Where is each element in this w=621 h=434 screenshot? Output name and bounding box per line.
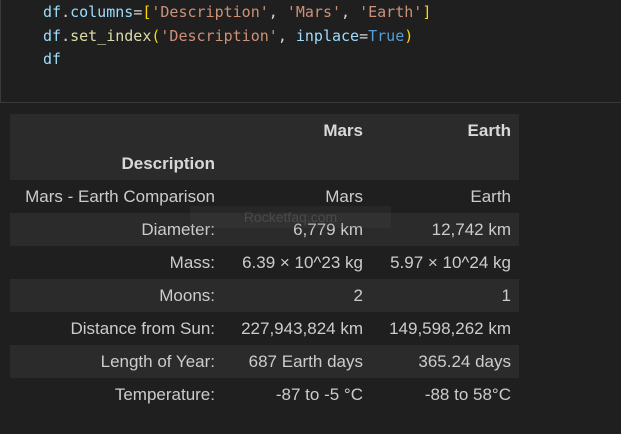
- cell-earth: 149,598,262 km: [389, 318, 511, 338]
- code-line-3[interactable]: df: [43, 47, 61, 71]
- code-line-2[interactable]: df.set_index('Description', inplace=True…: [43, 24, 413, 48]
- cell-mars: 687 Earth days: [248, 351, 363, 371]
- index-header-blank: [10, 114, 223, 147]
- code-token: df: [43, 3, 62, 21]
- cell-earth: 5.97 × 10^24 kg: [390, 252, 511, 272]
- code-cell[interactable]: df.columns=['Description', 'Mars', 'Eart…: [0, 0, 621, 103]
- code-token: 'Description': [151, 3, 269, 21]
- row-label: Mass:: [169, 252, 215, 272]
- cell-mars: 227,943,824 km: [241, 318, 363, 338]
- table-row: Mass: 6.39 × 10^23 kg 5.97 × 10^24 kg: [10, 246, 519, 279]
- cell-mars: 6.39 × 10^23 kg: [242, 252, 363, 272]
- watermark: Rocketfaq.com: [190, 206, 391, 228]
- column-header-mars: Mars: [323, 120, 363, 140]
- index-name-blank: [223, 147, 371, 180]
- index-name-row: Description: [10, 147, 519, 180]
- code-token: ): [404, 27, 414, 45]
- cell-earth: 1: [501, 285, 511, 305]
- row-label: Moons:: [159, 285, 215, 305]
- dataframe-table: Mars Earth Description Mars - Earth Comp…: [10, 114, 519, 411]
- code-token: .: [61, 27, 71, 45]
- cell-mars: -87 to -5 °C: [275, 384, 363, 404]
- cell-mars: 2: [353, 285, 363, 305]
- table-row: Length of Year: 687 Earth days 365.24 days: [10, 345, 519, 378]
- index-name-blank: [371, 147, 519, 180]
- code-token: 'Mars': [286, 3, 342, 21]
- table-row: Temperature: -87 to -5 °C -88 to 58°C: [10, 378, 519, 411]
- code-token: 'Description': [160, 27, 278, 45]
- row-label: Temperature:: [114, 384, 215, 404]
- code-token: columns: [70, 3, 134, 21]
- row-label: Length of Year:: [100, 351, 215, 371]
- code-token: 'Earth': [359, 3, 423, 21]
- column-header-earth: Earth: [467, 120, 511, 140]
- cell-earth: 365.24 days: [418, 351, 511, 371]
- cell-earth: Earth: [470, 186, 511, 206]
- code-line-1[interactable]: df.columns=['Description', 'Mars', 'Eart…: [43, 0, 431, 24]
- code-token: df: [43, 27, 62, 45]
- index-name: Description: [121, 153, 215, 173]
- code-token: ,: [341, 3, 360, 21]
- cell-border: [0, 0, 1, 102]
- code-token: =: [133, 3, 143, 21]
- code-token: ,: [268, 3, 287, 21]
- code-token: ]: [422, 3, 432, 21]
- code-token: set_index: [70, 27, 152, 45]
- table-row: Distance from Sun: 227,943,824 km 149,598,…: [10, 312, 519, 345]
- code-token: True: [368, 27, 405, 45]
- column-header-row: Mars Earth: [10, 114, 519, 147]
- code-token: .: [61, 3, 71, 21]
- cell-earth: -88 to 58°C: [424, 384, 511, 404]
- table-row: Moons: 2 1: [10, 279, 519, 312]
- output-dataframe: Mars Earth Description Mars - Earth Comp…: [10, 114, 519, 411]
- code-token: df: [43, 50, 62, 68]
- code-token: =: [359, 27, 369, 45]
- cell-earth: 12,742 km: [431, 219, 511, 239]
- code-token: inplace: [295, 27, 360, 45]
- row-label: Distance from Sun:: [70, 318, 215, 338]
- code-token: ,: [277, 27, 296, 45]
